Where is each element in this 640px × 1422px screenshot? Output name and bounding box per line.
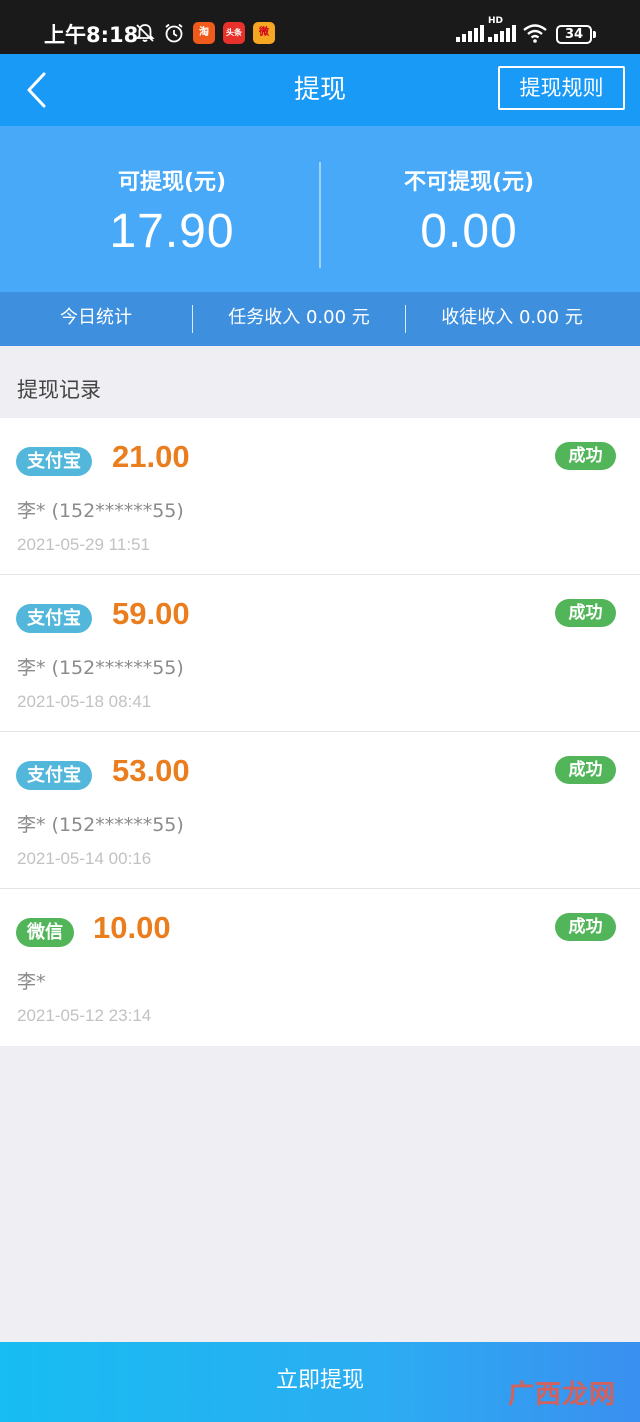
taobao-app-icon: 淘 bbox=[193, 22, 215, 44]
battery-indicator: 34 bbox=[556, 25, 596, 44]
withdraw-amount: 21.00 bbox=[112, 439, 190, 474]
payee-account: 李* bbox=[17, 971, 46, 993]
withdrawable-balance: 可提现(元) 17.90 bbox=[12, 126, 332, 292]
record-timestamp: 2021-05-14 00:16 bbox=[17, 849, 152, 868]
records-section-title: 提现记录 bbox=[17, 378, 101, 402]
alarm-icon bbox=[163, 22, 185, 44]
withdraw-record[interactable]: 支付宝 53.00 成功 李* (152******55) 2021-05-14… bbox=[0, 732, 640, 889]
disciple-income: 收徒收入 0.00 元 bbox=[441, 307, 583, 328]
withdraw-records-list: 支付宝 21.00 成功 李* (152******55) 2021-05-29… bbox=[0, 418, 640, 1046]
withdraw-amount: 10.00 bbox=[93, 910, 171, 945]
payment-method-badge: 微信 bbox=[16, 918, 74, 947]
task-income: 任务收入 0.00 元 bbox=[228, 307, 370, 328]
payment-method-badge: 支付宝 bbox=[16, 447, 92, 476]
today-stats-bar: 今日统计 任务收入 0.00 元 收徒收入 0.00 元 bbox=[0, 292, 640, 346]
nav-bar: 提现 提现规则 bbox=[0, 54, 640, 126]
signal-icon bbox=[456, 24, 484, 42]
payee-account: 李* (152******55) bbox=[17, 500, 184, 522]
non-withdrawable-label: 不可提现(元) bbox=[403, 170, 535, 195]
hd-label: HD bbox=[488, 16, 504, 26]
bell-mute-icon bbox=[134, 22, 156, 44]
hd-signal-icon bbox=[488, 24, 516, 42]
withdraw-rules-button[interactable]: 提现规则 bbox=[498, 66, 625, 110]
payment-method-badge: 支付宝 bbox=[16, 604, 92, 633]
balance-panel: 可提现(元) 17.90 不可提现(元) 0.00 bbox=[0, 126, 640, 292]
withdrawable-value: 17.90 bbox=[109, 205, 235, 258]
payee-account: 李* (152******55) bbox=[17, 814, 184, 836]
status-bar: 上午8:18 淘 头条 微 HD 34 bbox=[0, 0, 640, 54]
chevron-left-icon bbox=[22, 72, 62, 114]
watermark-logo: 广西龙网 bbox=[508, 1380, 617, 1410]
payee-account: 李* (152******55) bbox=[17, 657, 184, 679]
record-timestamp: 2021-05-29 11:51 bbox=[17, 535, 150, 554]
status-badge: 成功 bbox=[555, 756, 616, 784]
status-badge: 成功 bbox=[555, 442, 616, 470]
withdrawable-label: 可提现(元) bbox=[117, 170, 227, 195]
record-timestamp: 2021-05-12 23:14 bbox=[17, 1006, 152, 1025]
withdraw-amount: 59.00 bbox=[112, 596, 190, 631]
withdraw-amount: 53.00 bbox=[112, 753, 190, 788]
non-withdrawable-value: 0.00 bbox=[420, 205, 518, 258]
wifi-icon bbox=[522, 22, 548, 44]
status-time: 上午8:18 bbox=[44, 23, 139, 47]
toutiao-app-icon: 头条 bbox=[223, 22, 245, 44]
non-withdrawable-balance: 不可提现(元) 0.00 bbox=[309, 126, 629, 292]
withdraw-record[interactable]: 支付宝 21.00 成功 李* (152******55) 2021-05-29… bbox=[0, 418, 640, 575]
back-button[interactable] bbox=[22, 70, 62, 110]
weibo-app-icon: 微 bbox=[253, 22, 275, 44]
status-badge: 成功 bbox=[555, 913, 616, 941]
withdraw-record[interactable]: 微信 10.00 成功 李* 2021-05-12 23:14 bbox=[0, 889, 640, 1046]
payment-method-badge: 支付宝 bbox=[16, 761, 92, 790]
status-badge: 成功 bbox=[555, 599, 616, 627]
today-stats-label: 今日统计 bbox=[60, 307, 132, 328]
record-timestamp: 2021-05-18 08:41 bbox=[17, 692, 152, 711]
withdraw-record[interactable]: 支付宝 59.00 成功 李* (152******55) 2021-05-18… bbox=[0, 575, 640, 732]
